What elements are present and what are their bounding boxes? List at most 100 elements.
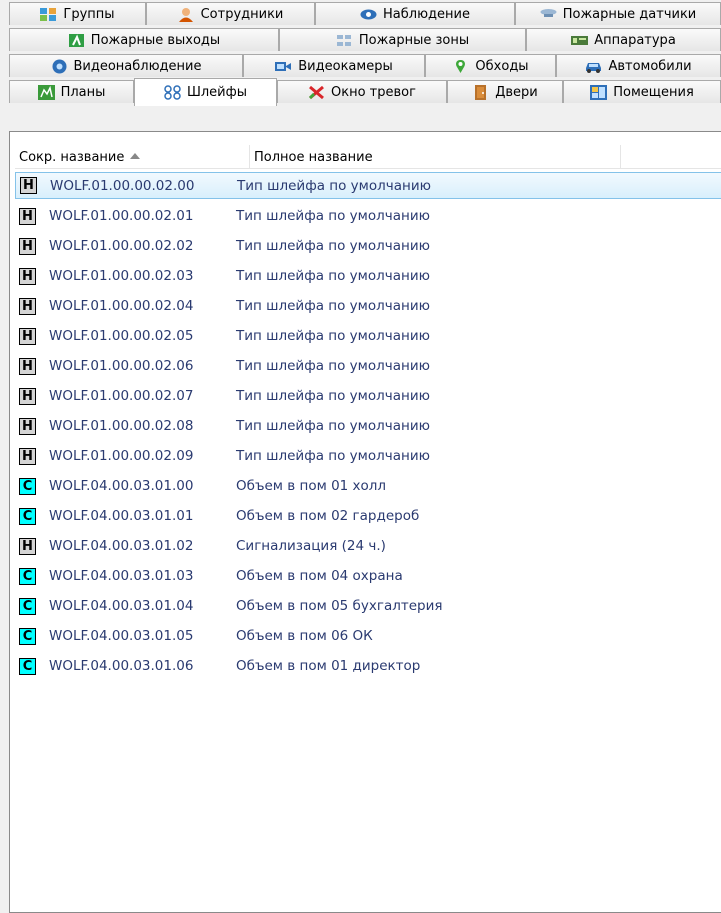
list-header: Сокр. название Полное название	[15, 145, 721, 169]
cell-full-name: Тип шлейфа по умолчанию	[236, 388, 430, 404]
cell-short-name: WOLF.01.00.00.02.00	[50, 177, 195, 194]
cell-short-name: WOLF.04.00.03.01.06	[49, 658, 194, 674]
window: Группы Сотрудники Наблюдение Пожарные да…	[0, 0, 721, 913]
tab-video-surveillance[interactable]: Видеонаблюдение	[9, 54, 243, 77]
plans-icon	[37, 84, 55, 100]
loop-type-badge-icon: H	[19, 237, 36, 255]
list-item[interactable]: H WOLF.01.00.00.02.00 Тип шлейфа по умолча…	[15, 172, 721, 199]
cell-short-name: WOLF.04.00.03.01.05	[49, 628, 194, 644]
loop-type-badge-icon: H	[19, 297, 36, 315]
video-surveillance-icon	[51, 59, 68, 74]
list-item[interactable]: H WOLF.01.00.00.02.07 Тип шлейфа по умолча…	[15, 381, 721, 411]
tab-row-2: Пожарные выходы Пожарные зоны Аппаратура	[9, 26, 721, 51]
tab-doors[interactable]: Двери	[447, 80, 563, 103]
list-item[interactable]: C WOLF.04.00.03.01.03 Объем в пом 04 охран…	[15, 561, 721, 591]
cell-short-name: WOLF.01.00.00.02.09	[49, 448, 194, 464]
tab-fire-exits[interactable]: Пожарные выходы	[9, 28, 279, 51]
cell-full-name: Тип шлейфа по умолчанию	[236, 418, 430, 434]
tab-patrols[interactable]: Обходы	[425, 54, 556, 77]
cell-short-name: WOLF.04.00.03.01.02	[49, 538, 194, 554]
list-item[interactable]: H WOLF.01.00.00.02.01 Тип шлейфа по умолча…	[15, 201, 721, 231]
loop-type-badge-icon: C	[19, 477, 36, 495]
list-item[interactable]: H WOLF.01.00.00.02.02 Тип шлейфа по умолча…	[15, 231, 721, 261]
cell-short-name: WOLF.01.00.00.02.02	[49, 238, 194, 254]
cell-full-name: Объем в пом 06 ОК	[236, 628, 373, 644]
cell-full-name: Сигнализация (24 ч.)	[236, 538, 386, 554]
tab-rooms[interactable]: Помещения	[563, 80, 721, 103]
cell-short-name: WOLF.04.00.03.01.04	[49, 598, 194, 614]
door-icon	[472, 84, 489, 100]
cell-full-name: Объем в пом 02 гардероб	[236, 508, 420, 524]
cell-full-name: Объем в пом 05 бухгалтерия	[236, 598, 443, 614]
tab-fire-zones[interactable]: Пожарные зоны	[279, 28, 526, 51]
cell-short-name: WOLF.01.00.00.02.08	[49, 418, 194, 434]
loop-type-badge-icon: H	[19, 537, 36, 555]
list-item[interactable]: C WOLF.04.00.03.01.04 Объем в пом 05 бухга…	[15, 591, 721, 621]
cell-short-name: WOLF.04.00.03.01.01	[49, 508, 194, 524]
hardware-icon	[571, 33, 589, 48]
employee-icon	[178, 7, 195, 22]
loop-type-badge-icon: H	[19, 417, 36, 435]
cell-short-name: WOLF.01.00.00.02.07	[49, 388, 194, 404]
loop-type-badge-icon: C	[19, 507, 36, 525]
list-item[interactable]: H WOLF.01.00.00.02.03 Тип шлейфа по умолча…	[15, 261, 721, 291]
cell-short-name: WOLF.04.00.03.01.00	[49, 478, 194, 494]
loop-type-badge-icon: C	[19, 597, 36, 615]
tab-alarm-window[interactable]: Окно тревог	[277, 80, 447, 103]
tab-plans[interactable]: Планы	[9, 80, 134, 103]
column-header-short-name[interactable]: Сокр. название	[15, 145, 250, 169]
tab-row-4: Планы Шлейфы Окно тревог Двери Помещения	[9, 78, 721, 106]
cell-full-name: Объем в пом 01 холл	[236, 478, 387, 494]
list-item[interactable]: H WOLF.01.00.00.02.08 Тип шлейфа по умолча…	[15, 411, 721, 441]
tab-employees[interactable]: Сотрудники	[146, 2, 315, 25]
tab-row-3: Видеонаблюдение Видеокамеры Обходы Автом…	[9, 52, 721, 77]
eye-icon	[360, 7, 377, 22]
tab-surveillance[interactable]: Наблюдение	[315, 2, 515, 25]
list-item[interactable]: C WOLF.04.00.03.01.00 Объем в пом 01 холл	[15, 471, 721, 501]
cell-full-name: Объем в пом 04 охрана	[236, 568, 403, 584]
loop-type-badge-icon: H	[19, 357, 36, 375]
column-header-empty	[621, 145, 721, 169]
tab-video-cameras[interactable]: Видеокамеры	[243, 54, 425, 77]
loops-icon	[164, 85, 181, 100]
cell-full-name: Тип шлейфа по умолчанию	[236, 298, 430, 314]
loop-type-badge-icon: H	[19, 447, 36, 465]
tab-hardware[interactable]: Аппаратура	[526, 28, 721, 51]
patrol-icon	[452, 59, 469, 74]
loop-type-badge-icon: H	[20, 177, 37, 194]
tab-groups[interactable]: Группы	[9, 2, 146, 25]
loop-type-badge-icon: C	[19, 657, 36, 675]
list-rows: H WOLF.01.00.00.02.00 Тип шлейфа по умолча…	[15, 171, 721, 681]
list-item[interactable]: H WOLF.04.00.03.01.02 Сигнализация (24 ч.)	[15, 531, 721, 561]
cell-full-name: Тип шлейфа по умолчанию	[237, 177, 431, 194]
cell-full-name: Тип шлейфа по умолчанию	[236, 238, 430, 254]
tab-fire-sensors[interactable]: Пожарные датчики	[515, 2, 721, 25]
video-camera-icon	[275, 59, 292, 74]
list-item[interactable]: H WOLF.01.00.00.02.06 Тип шлейфа по умолча…	[15, 351, 721, 381]
list-item[interactable]: C WOLF.04.00.03.01.01 Объем в пом 02 гарде…	[15, 501, 721, 531]
loop-type-badge-icon: C	[19, 567, 36, 585]
column-header-full-name[interactable]: Полное название	[250, 145, 621, 169]
list-item[interactable]: C WOLF.04.00.03.01.06 Объем в пом 01 дирек…	[15, 651, 721, 681]
tab-row-1: Группы Сотрудники Наблюдение Пожарные да…	[9, 0, 721, 25]
fire-sensor-icon	[540, 7, 557, 22]
loop-type-badge-icon: H	[19, 207, 36, 225]
tab-cars[interactable]: Автомобили	[556, 54, 721, 77]
cell-full-name: Тип шлейфа по умолчанию	[236, 358, 430, 374]
loops-list-panel: Сокр. название Полное название H WOLF.01.…	[9, 131, 721, 913]
loop-type-badge-icon: H	[19, 387, 36, 405]
tab-loops[interactable]: Шлейфы	[134, 78, 277, 106]
loop-type-badge-icon: H	[19, 327, 36, 345]
fire-zones-icon	[336, 33, 353, 48]
cell-full-name: Тип шлейфа по умолчанию	[236, 208, 430, 224]
list-item[interactable]: H WOLF.01.00.00.02.05 Тип шлейфа по умолча…	[15, 321, 721, 351]
list-item[interactable]: H WOLF.01.00.00.02.04 Тип шлейфа по умолча…	[15, 291, 721, 321]
list-item[interactable]: H WOLF.01.00.00.02.09 Тип шлейфа по умолча…	[15, 441, 721, 471]
cell-short-name: WOLF.01.00.00.02.01	[49, 208, 194, 224]
sort-ascending-icon	[130, 153, 141, 159]
cell-full-name: Тип шлейфа по умолчанию	[236, 448, 430, 464]
car-icon	[585, 59, 602, 74]
list-item[interactable]: C WOLF.04.00.03.01.05 Объем в пом 06 ОК	[15, 621, 721, 651]
tab-strip: Группы Сотрудники Наблюдение Пожарные да…	[9, 0, 721, 132]
cell-short-name: WOLF.01.00.00.02.03	[49, 268, 194, 284]
